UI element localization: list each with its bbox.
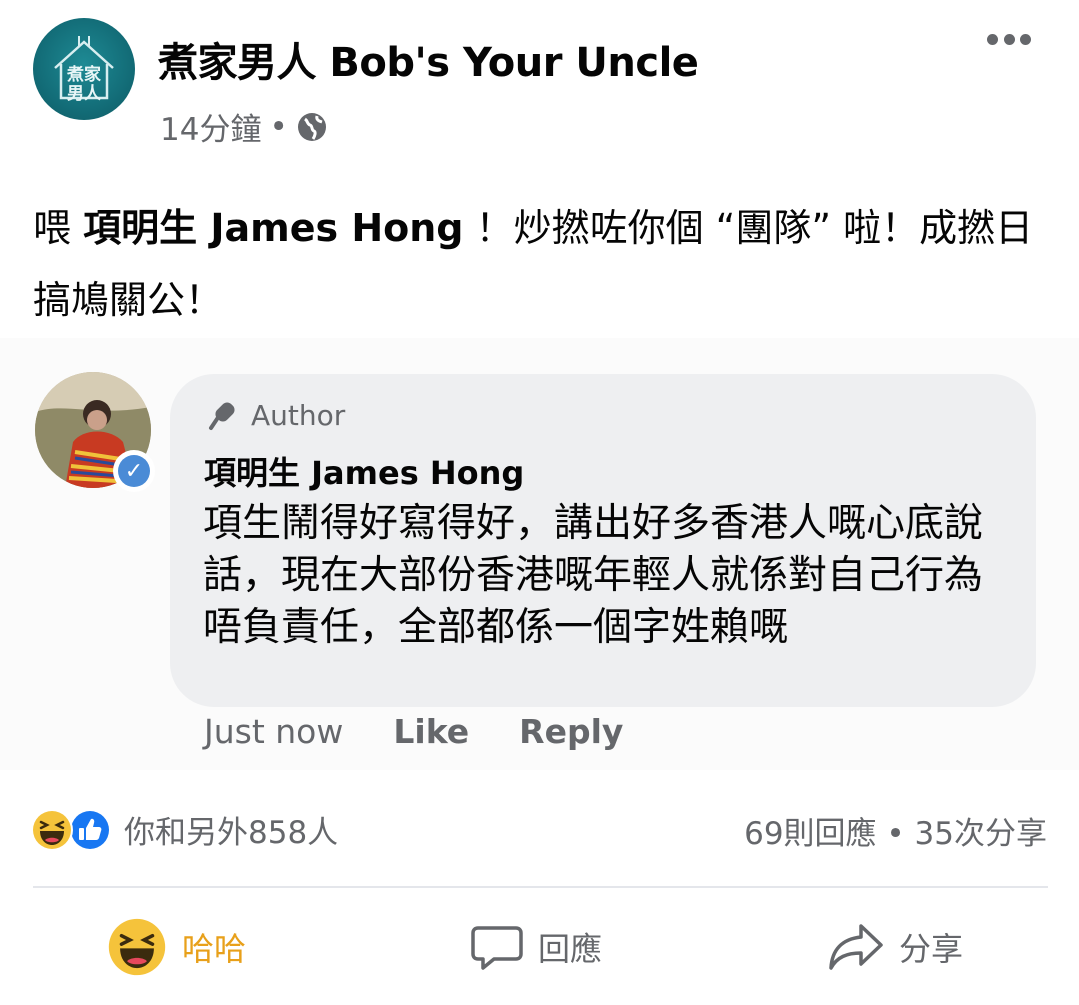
haha-icon <box>108 918 166 976</box>
comment-like-button: Like <box>393 712 470 751</box>
post-stats[interactable]: 69則回應 • 35次分享 <box>744 808 1047 853</box>
commenter-name: 項明生 James Hong <box>204 454 525 492</box>
comment-bubble-icon <box>471 926 523 970</box>
share-button[interactable]: 分享 <box>827 912 963 982</box>
comment-time: Just now <box>204 712 344 751</box>
facebook-post: 煮家男人 煮家男人 Bob's Your Uncle 14分鐘 • 喂 項明生 … <box>0 0 1079 1005</box>
comment-text: 項生鬧得好寫得好，講出好多香港人嘅心底說話，現在大部份香港嘅年輕人就係對自己行為… <box>203 501 984 650</box>
checkmark-icon: ✓ <box>118 455 150 487</box>
post-time[interactable]: 14分鐘 <box>160 104 261 149</box>
globe-icon <box>296 111 328 143</box>
comment-reply-button: Reply <box>519 712 624 751</box>
haha-reaction-icon <box>31 809 73 851</box>
post-text-prefix: 喂 <box>33 206 84 250</box>
mentioned-user-link[interactable]: 項明生 James Hong <box>83 206 463 250</box>
reactions-summary[interactable]: 你和另外858人 <box>30 806 338 852</box>
post-meta: 14分鐘 • <box>160 104 328 149</box>
comment-button-label: 回應 <box>538 930 603 968</box>
like-reaction-icon <box>69 809 111 851</box>
page-avatar[interactable]: 煮家男人 <box>33 18 135 120</box>
more-dot-icon <box>987 33 998 45</box>
microphone-icon <box>209 402 235 430</box>
comment-actions: Just now Like Reply <box>204 712 623 751</box>
more-dot-icon <box>1003 33 1015 45</box>
divider <box>33 886 1048 888</box>
reaction-button[interactable]: 哈哈 <box>106 912 246 982</box>
reaction-button-label: 哈哈 <box>182 930 247 968</box>
comment-button[interactable]: 回應 <box>470 912 602 982</box>
avatar-logo-text: 煮家男人 <box>67 65 101 104</box>
verified-badge-icon: ✓ <box>113 450 155 492</box>
more-dot-icon <box>1020 33 1031 45</box>
share-arrow-icon <box>829 924 883 970</box>
page-name[interactable]: 煮家男人 Bob's Your Uncle <box>158 30 699 88</box>
share-button-label: 分享 <box>899 930 964 968</box>
meta-separator: • <box>269 108 288 145</box>
reactions-count-text: 你和另外858人 <box>124 814 339 851</box>
reaction-icons <box>30 806 116 852</box>
author-badge: Author <box>205 398 345 432</box>
more-options-button[interactable] <box>987 28 1031 50</box>
post-text: 喂 項明生 James Hong ！炒撚咗你個 “團隊” 啦！成撚日搞鳩關公！ <box>33 192 1053 336</box>
author-badge-label: Author <box>251 398 346 432</box>
